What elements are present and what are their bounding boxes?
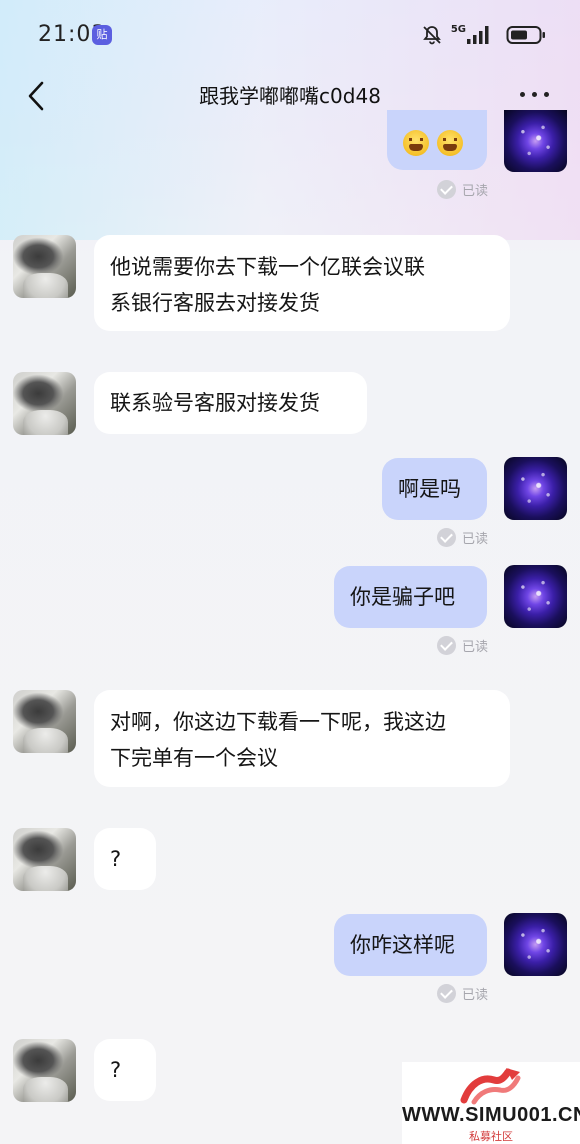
grimace-emoji-icon — [403, 130, 429, 156]
contact-avatar[interactable] — [13, 828, 76, 891]
chat-title: 跟我学嘟嘟嘴c0d48 — [199, 84, 381, 108]
message-line: 下完单有一个会议 — [110, 746, 278, 770]
contact-avatar[interactable] — [13, 372, 76, 435]
chevron-left-icon — [28, 81, 44, 111]
grimace-emoji-icon — [437, 130, 463, 156]
my-avatar[interactable] — [504, 457, 567, 520]
read-check-icon — [437, 528, 456, 547]
message-bubble-incoming[interactable]: 对啊，你这边下载看一下呢，我这边 下完单有一个会议 — [94, 690, 510, 787]
read-receipt: 已读 — [437, 984, 488, 1003]
read-check-icon — [437, 180, 456, 199]
contact-avatar[interactable] — [13, 1039, 76, 1102]
read-receipt: 已读 — [437, 528, 488, 547]
read-receipt: 已读 — [437, 636, 488, 655]
read-check-icon — [437, 984, 456, 1003]
message-line: 你咋这样呢 — [350, 933, 455, 957]
message-line: 联系验号客服对接发货 — [110, 391, 320, 415]
status-bar: 21:03 贴 5G — [0, 0, 580, 70]
simu-logo-icon — [460, 1068, 521, 1105]
more-button[interactable] — [518, 84, 552, 104]
message-bubble-incoming[interactable]: ? — [94, 1039, 156, 1101]
message-line: 他说需要你去下载一个亿联会议联 — [110, 255, 425, 279]
watermark: WWW.SIMU001.CN 私募社区 — [402, 1062, 580, 1144]
read-check-icon — [437, 636, 456, 655]
message-line: 对啊，你这边下载看一下呢，我这边 — [110, 710, 446, 734]
message-line: 啊是吗 — [398, 477, 461, 501]
message-bubble-incoming[interactable]: 联系验号客服对接发货 — [94, 372, 367, 434]
message-bubble-incoming[interactable]: 他说需要你去下载一个亿联会议联 系银行客服去对接发货 — [94, 235, 510, 331]
my-avatar[interactable] — [504, 913, 567, 976]
message-bubble-outgoing[interactable]: 你是骗子吧 — [334, 566, 487, 628]
message-bubble-outgoing[interactable] — [387, 110, 487, 170]
my-avatar[interactable] — [504, 110, 567, 172]
my-avatar[interactable] — [504, 565, 567, 628]
message-bubble-incoming[interactable]: ? — [94, 828, 156, 890]
message-line: 你是骗子吧 — [350, 585, 455, 609]
battery-icon — [506, 26, 545, 44]
paste-badge-icon: 贴 — [92, 25, 112, 45]
more-dots-icon — [520, 92, 525, 97]
message-line: 系银行客服去对接发货 — [110, 291, 320, 315]
message-line: ? — [110, 1058, 122, 1082]
signal-icon — [467, 26, 489, 44]
watermark-subtitle: 私募社区 — [469, 1130, 513, 1143]
network-label: 5G — [450, 23, 466, 35]
watermark-site: WWW.SIMU001.CN — [402, 1104, 580, 1126]
contact-avatar[interactable] — [13, 690, 76, 753]
back-button[interactable] — [22, 78, 54, 114]
read-receipt: 已读 — [437, 180, 488, 199]
message-line: ? — [110, 847, 122, 871]
message-bubble-outgoing[interactable]: 啊是吗 — [382, 458, 487, 520]
status-icons: 5G — [421, 22, 546, 48]
message-bubble-outgoing[interactable]: 你咋这样呢 — [334, 914, 487, 976]
mute-bell-icon — [422, 26, 441, 45]
contact-avatar[interactable] — [13, 235, 76, 298]
